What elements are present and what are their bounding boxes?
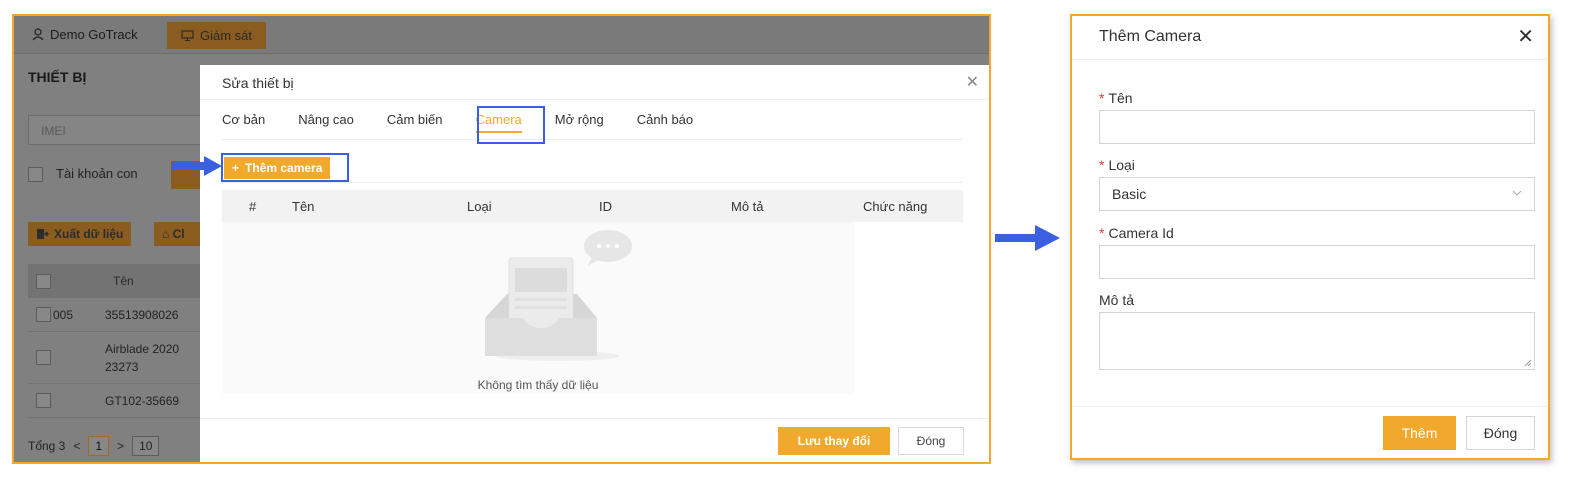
left-screenshot: Demo GoTrack Giám sát THIẾT BỊ IMEI Tài …	[12, 14, 991, 464]
chevron-down-icon	[1512, 190, 1522, 196]
empty-state: Không tìm thấy dữ liệu	[222, 222, 854, 394]
user-name: Demo GoTrack	[50, 27, 138, 42]
secondary-button-label: Cl	[172, 227, 185, 241]
type-select-value: Basic	[1112, 186, 1147, 202]
tab-alert[interactable]: Cảnh báo	[637, 109, 693, 139]
divider	[1072, 406, 1548, 407]
save-changes-button[interactable]: Lưu thay đổi	[778, 427, 890, 455]
divider	[1072, 59, 1548, 60]
camera-table: # Tên Loại ID Mô tả Chức năng Không tìm …	[222, 190, 963, 394]
tab-basic[interactable]: Cơ bản	[222, 109, 265, 139]
description-label: Mô tả	[1099, 292, 1135, 308]
divider	[200, 418, 989, 419]
row-name: GT102-35669	[105, 393, 180, 408]
name-input[interactable]	[1099, 110, 1535, 144]
resize-handle-icon[interactable]	[1524, 359, 1532, 367]
required-icon: *	[1099, 225, 1105, 241]
edit-device-modal: Sửa thiết bị ✕ Cơ bản Nâng cao Cảm biến …	[200, 65, 989, 462]
table-row[interactable]: Airblade 2020 23273	[28, 332, 218, 384]
page-number[interactable]: 1	[88, 436, 110, 456]
type-label: * Loại	[1099, 157, 1135, 173]
empty-text: Không tìm thấy dữ liệu	[477, 378, 599, 392]
camera-tab-highlight	[477, 106, 545, 144]
description-textarea[interactable]	[1099, 312, 1535, 370]
row-checkbox[interactable]	[36, 393, 51, 408]
tab-advanced[interactable]: Nâng cao	[298, 109, 354, 139]
basket-icon: ⌂	[162, 227, 173, 241]
close-icon[interactable]: ✕	[1517, 24, 1534, 49]
name-label: * Tên	[1099, 90, 1133, 106]
dialog-title: Thêm Camera	[1099, 28, 1202, 45]
table-row[interactable]: 005 35513908026	[28, 298, 218, 332]
camera-table-header: # Tên Loại ID Mô tả Chức năng	[222, 190, 963, 222]
camera-id-input[interactable]	[1099, 245, 1535, 279]
column-actions: Chức năng	[863, 198, 928, 214]
top-bar: Demo GoTrack Giám sát	[14, 16, 989, 54]
page-size-select[interactable]: 10	[132, 436, 160, 456]
add-camera-highlight	[221, 153, 349, 182]
export-button[interactable]: Xuất dữ liệu	[28, 222, 132, 246]
sub-account-label: Tài khoản con	[56, 166, 138, 181]
camera-id-label: * Camera Id	[1099, 225, 1174, 241]
device-table: Tên 005 35513908026 Airblade 2020 23273 …	[28, 264, 218, 418]
row-id: 005	[53, 307, 74, 322]
imei-input[interactable]: IMEI	[28, 115, 203, 145]
table-row[interactable]: GT102-35669	[28, 384, 218, 418]
page-title: THIẾT BỊ	[28, 69, 87, 85]
empty-inbox-icon	[485, 230, 632, 361]
monitor-label: Giám sát	[200, 28, 253, 43]
column-name: Tên	[113, 274, 134, 288]
column-name: Tên	[292, 198, 315, 214]
row-name: 35513908026	[105, 307, 179, 322]
column-description: Mô tả	[731, 198, 764, 214]
total-count: Tổng 3	[28, 439, 66, 453]
column-type: Loại	[467, 198, 492, 214]
export-label: Xuất dữ liệu	[54, 227, 124, 241]
tab-sensor[interactable]: Cảm biến	[387, 109, 443, 139]
tab-extension[interactable]: Mở rộng	[555, 109, 604, 139]
close-icon[interactable]: ✕	[966, 72, 979, 92]
type-label-text: Loại	[1108, 157, 1135, 173]
add-camera-dialog: Thêm Camera ✕ * Tên * Loại Basic * Camera I…	[1070, 14, 1550, 460]
tab-bar: Cơ bản Nâng cao Cảm biến Camera Mở rộng …	[222, 109, 963, 140]
monitor-tab[interactable]: Giám sát	[167, 22, 267, 49]
camera-id-label-text: Camera Id	[1108, 225, 1174, 241]
name-label-text: Tên	[1108, 90, 1133, 106]
monitor-icon	[181, 30, 194, 41]
user-menu[interactable]: Demo GoTrack	[32, 27, 138, 42]
modal-title: Sửa thiết bị	[222, 75, 294, 91]
pagination: Tổng 3 < 1 > 10	[28, 436, 160, 456]
required-icon: *	[1099, 157, 1105, 173]
user-icon	[32, 28, 44, 41]
row-checkbox[interactable]	[36, 350, 51, 365]
column-index: #	[249, 198, 257, 214]
divider	[222, 182, 963, 183]
required-icon: *	[1099, 90, 1105, 106]
prev-page-icon[interactable]: <	[73, 439, 80, 453]
add-button[interactable]: Thêm	[1383, 416, 1456, 450]
close-button[interactable]: Đóng	[1466, 416, 1535, 450]
type-select[interactable]: Basic	[1099, 177, 1535, 211]
row-name: Airblade 2020 23273	[105, 341, 180, 374]
divider	[200, 99, 989, 100]
next-page-icon[interactable]: >	[117, 439, 124, 453]
arrow-right-icon	[995, 225, 1060, 251]
column-id: ID	[599, 198, 612, 214]
export-icon	[37, 229, 49, 239]
pointer-arrow-icon	[172, 156, 222, 176]
row-checkbox[interactable]	[36, 307, 51, 322]
select-all-checkbox[interactable]	[36, 273, 51, 289]
close-button[interactable]: Đóng	[898, 427, 964, 455]
sub-account-checkbox[interactable]	[28, 167, 43, 182]
table-header: Tên	[28, 264, 218, 298]
